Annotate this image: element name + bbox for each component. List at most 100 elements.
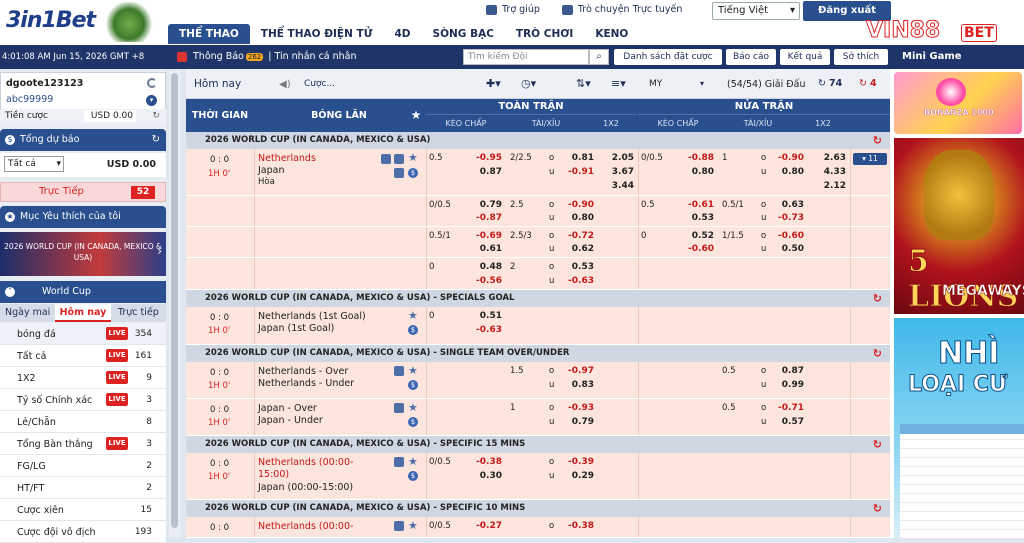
odds[interactable]: 2.12 bbox=[806, 181, 846, 191]
odds[interactable]: 0.52 bbox=[674, 231, 714, 241]
favorites-button[interactable]: Sở thích bbox=[834, 49, 888, 65]
help-link[interactable]: Trợ giúp bbox=[502, 4, 540, 15]
odds[interactable]: 0.63 bbox=[764, 200, 804, 210]
scrollbar-thumb[interactable] bbox=[171, 73, 178, 528]
tv-icon[interactable] bbox=[394, 521, 404, 531]
odds[interactable]: 0.80 bbox=[674, 167, 714, 177]
stats-icon[interactable] bbox=[394, 154, 404, 164]
odds[interactable]: 4.33 bbox=[806, 167, 846, 177]
odds[interactable]: -0.69 bbox=[462, 231, 502, 241]
mini-game-link[interactable]: Mini Game bbox=[892, 49, 1022, 65]
odds[interactable]: 0.29 bbox=[554, 471, 594, 481]
tv-icon[interactable] bbox=[394, 366, 404, 376]
odds[interactable]: -0.95 bbox=[462, 153, 502, 163]
vin88-ad-logo[interactable]: VIN88 BET bbox=[865, 18, 1024, 45]
nav-sports[interactable]: THỂ THAO bbox=[168, 24, 250, 44]
bet-list-button[interactable]: Danh sách đặt cược bbox=[614, 49, 722, 65]
odds[interactable]: -0.90 bbox=[554, 200, 594, 210]
star-icon[interactable]: ★ bbox=[408, 151, 418, 164]
dollar-icon[interactable]: $ bbox=[408, 471, 418, 481]
ad-5-lions[interactable]: 5 LIONS MEGAWAYS bbox=[894, 138, 1024, 315]
odds[interactable]: -0.88 bbox=[674, 153, 714, 163]
search-input[interactable]: Tìm kiếm Đội bbox=[463, 49, 589, 65]
refresh-icon[interactable]: ↻ bbox=[152, 129, 160, 151]
live-button[interactable]: Trực Tiếp 52 bbox=[0, 182, 166, 202]
odds[interactable]: 0.53 bbox=[554, 262, 594, 272]
summary-header[interactable]: $ Tổng dự báo ↻ bbox=[0, 129, 166, 151]
odds[interactable]: -0.72 bbox=[554, 231, 594, 241]
refresh-icon[interactable]: ↻ 4 bbox=[859, 78, 877, 89]
speaker-icon[interactable]: ◀) bbox=[279, 79, 291, 90]
chevron-down-icon[interactable]: ▾ bbox=[700, 79, 704, 88]
bet-type-row[interactable]: Cược đội vô địch 193 bbox=[0, 521, 166, 543]
odds[interactable]: 0.53 bbox=[674, 213, 714, 223]
nav-esports[interactable]: THỂ THAO ĐIỆN TỬ bbox=[250, 24, 384, 44]
odds[interactable]: 0.80 bbox=[764, 167, 804, 177]
odds[interactable]: 0.30 bbox=[462, 471, 502, 481]
odds[interactable]: 2.05 bbox=[594, 153, 634, 163]
odds[interactable]: -0.91 bbox=[554, 167, 594, 177]
report-button[interactable]: Báo cáo bbox=[726, 49, 776, 65]
nav-casino[interactable]: SÒNG BẠC bbox=[422, 24, 505, 44]
star-icon[interactable]: ★ bbox=[408, 364, 418, 377]
bet-type-row[interactable]: Tất cả LIVE 161 bbox=[0, 345, 166, 367]
odds[interactable]: 0.48 bbox=[462, 262, 502, 272]
chat-link[interactable]: Trò chuyện Trực tuyến bbox=[578, 4, 683, 15]
league-header[interactable]: 2026 WORLD CUP (IN CANADA, MEXICO & USA)… bbox=[186, 132, 890, 149]
odds[interactable]: -0.97 bbox=[554, 366, 594, 376]
clock-icon[interactable]: ◷▾ bbox=[521, 77, 536, 90]
nav-keno[interactable]: KENO bbox=[584, 24, 639, 44]
sort-icon[interactable]: ⇅▾ bbox=[576, 77, 591, 90]
bet-dropdown[interactable]: Cược... bbox=[304, 79, 335, 89]
chevron-down-icon[interactable]: ▾ bbox=[146, 95, 157, 106]
odds[interactable]: -0.38 bbox=[554, 521, 594, 531]
odds[interactable]: 0.79 bbox=[462, 200, 502, 210]
ad-lottery[interactable]: NHÌ LOẠI CƯ bbox=[894, 318, 1024, 538]
odds[interactable]: 0.62 bbox=[554, 244, 594, 254]
odds[interactable]: -0.56 bbox=[462, 276, 502, 286]
worldcup-header[interactable]: ˄ World Cup bbox=[0, 281, 166, 303]
results-button[interactable]: Kết quả bbox=[780, 49, 830, 65]
odds[interactable]: 0.80 bbox=[554, 213, 594, 223]
odds[interactable]: 0.57 bbox=[764, 417, 804, 427]
bet-type-row[interactable]: FG/LG 2 bbox=[0, 455, 166, 477]
odds[interactable]: -0.71 bbox=[764, 403, 804, 413]
nav-4d[interactable]: 4D bbox=[383, 24, 421, 44]
dollar-icon[interactable]: $ bbox=[408, 325, 418, 335]
messages-link[interactable]: Tin nhắn cá nhân bbox=[274, 51, 356, 62]
odds[interactable]: 3.44 bbox=[594, 181, 634, 191]
bet-type-row[interactable]: Tổng Bàn thắng LIVE 3 bbox=[0, 433, 166, 455]
nav-games[interactable]: TRÒ CHƠI bbox=[505, 24, 584, 44]
refresh-icon[interactable]: ↻ bbox=[873, 436, 882, 453]
bet-type-row[interactable]: Tỷ số Chính xác LIVE 3 bbox=[0, 389, 166, 411]
tv-icon[interactable] bbox=[381, 154, 391, 164]
odds[interactable]: 0.87 bbox=[764, 366, 804, 376]
chevron-right-icon[interactable]: › bbox=[157, 245, 162, 257]
odds[interactable]: 0.50 bbox=[764, 244, 804, 254]
star-icon[interactable]: ★ bbox=[408, 99, 424, 132]
odds[interactable]: 0.81 bbox=[554, 153, 594, 163]
odds[interactable]: -0.63 bbox=[554, 276, 594, 286]
list-icon[interactable]: ≡▾ bbox=[611, 77, 626, 90]
league-header[interactable]: 2026 WORLD CUP (IN CANADA, MEXICO & USA)… bbox=[186, 500, 890, 517]
date-filter[interactable]: Hôm nay bbox=[194, 78, 241, 90]
odds[interactable]: -0.60 bbox=[674, 244, 714, 254]
notice-link[interactable]: Thông Báo bbox=[193, 51, 244, 62]
more-bets-button[interactable]: ▾ 11 bbox=[853, 153, 887, 165]
odds[interactable]: -0.38 bbox=[462, 457, 502, 467]
dollar-icon[interactable]: $ bbox=[408, 380, 418, 390]
dollar-icon[interactable]: $ bbox=[408, 168, 418, 178]
refresh-icon[interactable]: ↻ bbox=[873, 345, 882, 362]
odds-type-select[interactable]: MY bbox=[649, 79, 662, 89]
refresh-icon[interactable]: ↻ bbox=[873, 290, 882, 307]
refresh-icon[interactable]: ↻ 74 bbox=[818, 78, 842, 89]
league-header[interactable]: 2026 WORLD CUP (IN CANADA, MEXICO & USA)… bbox=[186, 345, 890, 362]
odds[interactable]: 0.83 bbox=[554, 380, 594, 390]
sport-row-football[interactable]: bóng đá LIVE 354 bbox=[0, 323, 166, 345]
odds[interactable]: 2.63 bbox=[806, 153, 846, 163]
odds[interactable]: -0.61 bbox=[674, 200, 714, 210]
star-icon[interactable]: ★ bbox=[408, 309, 418, 322]
odds[interactable]: -0.87 bbox=[462, 213, 502, 223]
star-icon[interactable]: ★ bbox=[408, 519, 418, 532]
league-header[interactable]: 2026 WORLD CUP (IN CANADA, MEXICO & USA)… bbox=[186, 290, 890, 307]
